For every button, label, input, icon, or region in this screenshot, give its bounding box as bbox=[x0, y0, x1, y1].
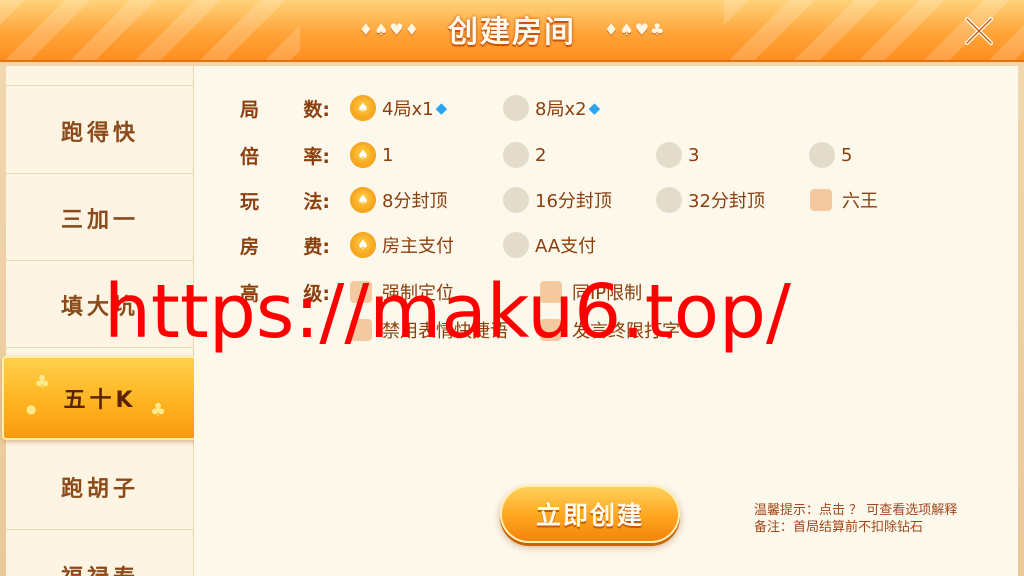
label-char: 局 bbox=[240, 98, 260, 121]
fee-option-aa[interactable]: AA支付 bbox=[503, 229, 596, 261]
label-char: 费: bbox=[303, 235, 330, 258]
rounds-option-8[interactable]: 8局x2 ◆ bbox=[503, 92, 600, 124]
sidebar-top-spacer bbox=[6, 66, 194, 86]
multiplier-option-1[interactable]: 1 bbox=[350, 139, 393, 171]
sparkle-icon: ● bbox=[26, 402, 41, 416]
radio-selected-icon bbox=[350, 95, 376, 121]
advanced-option-chat-limit[interactable]: 发言终限打字 bbox=[540, 314, 680, 346]
checkbox-empty-icon bbox=[350, 319, 372, 341]
label-char: 法: bbox=[303, 190, 330, 213]
close-x-icon bbox=[965, 17, 993, 45]
play-option-16cap[interactable]: 16分封顶 bbox=[503, 184, 612, 216]
option-label: 1 bbox=[382, 144, 394, 166]
diamond-gem-icon: ◆ bbox=[435, 99, 448, 117]
option-label: 六王 bbox=[842, 191, 878, 212]
radio-empty-icon bbox=[503, 232, 529, 258]
suits-decoration-left: ♦♠♥♦ bbox=[358, 19, 420, 39]
page-title: 创建房间 bbox=[448, 15, 576, 50]
advanced-option-disable-emoji[interactable]: 禁用表情快捷语 bbox=[350, 314, 508, 346]
option-label: 5 bbox=[841, 144, 853, 166]
clover-icon: ♣ bbox=[150, 400, 171, 421]
option-label: 8分封顶 bbox=[382, 191, 448, 212]
sidebar-item-fulushou[interactable]: 福禄寿 bbox=[6, 531, 194, 576]
clover-icon: ♣ bbox=[34, 372, 55, 393]
multiplier-option-2[interactable]: 2 bbox=[503, 139, 546, 171]
sidebar-item-label: 跑胡子 bbox=[60, 476, 139, 502]
close-button[interactable] bbox=[956, 8, 1002, 54]
label-char: 倍 bbox=[240, 145, 260, 168]
play-option-six-kings[interactable]: 六王 bbox=[810, 184, 878, 216]
label-char: 率: bbox=[303, 145, 330, 168]
radio-selected-icon bbox=[350, 232, 376, 258]
advanced-label: 高 级: bbox=[240, 276, 330, 308]
label-char: 高 bbox=[240, 282, 260, 305]
suits-decoration-right: ♦♠♥♣ bbox=[604, 19, 666, 39]
play-option-32cap[interactable]: 32分封顶 bbox=[656, 184, 765, 216]
sidebar-item-label: 福禄寿 bbox=[61, 560, 139, 576]
create-room-button[interactable]: 立即创建 bbox=[500, 485, 680, 543]
header-bar: ♦♠♥♦ 创建房间 ♦♠♥♣ bbox=[0, 0, 1024, 62]
checkbox-empty-icon bbox=[810, 189, 832, 211]
option-label: AA支付 bbox=[535, 236, 597, 257]
option-label: 同IP限制 bbox=[572, 283, 643, 304]
multiplier-label: 倍 率: bbox=[240, 139, 330, 171]
option-label: 房主支付 bbox=[382, 236, 454, 257]
sidebar-item-paodekuai[interactable]: 跑得快 bbox=[6, 88, 194, 174]
diamond-gem-icon: ◆ bbox=[588, 99, 601, 117]
title-wrap: ♦♠♥♦ 创建房间 ♦♠♥♣ bbox=[330, 8, 694, 50]
option-label: 4局x1 bbox=[382, 99, 434, 120]
multiplier-option-3[interactable]: 3 bbox=[656, 139, 699, 171]
checkbox-empty-icon bbox=[350, 281, 372, 303]
sidebar-item-paohuzi[interactable]: 跑胡子 bbox=[6, 444, 194, 530]
fee-option-owner[interactable]: 房主支付 bbox=[350, 229, 454, 261]
option-label: 8局x2 bbox=[535, 99, 587, 120]
option-label: 发言终限打字 bbox=[572, 321, 680, 342]
sidebar-item-label: 跑得快 bbox=[60, 120, 139, 146]
radio-empty-icon bbox=[656, 142, 682, 168]
advanced-option-force-location[interactable]: 强制定位 bbox=[350, 276, 454, 308]
tips-line-2: 备注：首局结算前不扣除钻石 bbox=[754, 520, 924, 535]
rounds-label: 局 数: bbox=[240, 92, 330, 124]
sidebar-item-label: 三加一 bbox=[60, 207, 139, 233]
option-label: 禁用表情快捷语 bbox=[382, 321, 508, 342]
label-char: 级: bbox=[303, 282, 330, 305]
multiplier-option-5[interactable]: 5 bbox=[809, 139, 852, 171]
radio-empty-icon bbox=[656, 187, 682, 213]
option-label: 强制定位 bbox=[382, 283, 454, 304]
sidebar-item-label: 填大坑 bbox=[60, 294, 139, 320]
option-label: 3 bbox=[688, 144, 700, 166]
tips-line-1: 温馨提示：点击 ？ 可查看选项解释 bbox=[754, 503, 958, 518]
option-label: 32分封顶 bbox=[688, 191, 765, 212]
label-char: 房 bbox=[240, 235, 260, 258]
radio-empty-icon bbox=[503, 142, 529, 168]
label-char: 玩 bbox=[240, 190, 260, 213]
sidebar-item-tiandakeng[interactable]: 填大坑 bbox=[6, 262, 194, 348]
sidebar-item-wushik[interactable]: ♣ ● ♣ 五十K bbox=[2, 356, 198, 440]
header-stripes-left bbox=[0, 0, 300, 60]
radio-empty-icon bbox=[809, 142, 835, 168]
radio-empty-icon bbox=[503, 95, 529, 121]
play-label: 玩 法: bbox=[240, 184, 330, 216]
radio-selected-icon bbox=[350, 142, 376, 168]
settings-panel: 局 数: 4局x1 ◆ 8局x2 ◆ 倍 率: 1 2 3 bbox=[194, 66, 1018, 576]
label-char: 数: bbox=[303, 98, 330, 121]
checkbox-empty-icon bbox=[540, 319, 562, 341]
radio-selected-icon bbox=[350, 187, 376, 213]
game-type-sidebar: 跑得快 三加一 填大坑 ♣ ● ♣ 五十K 跑胡子 福禄寿 bbox=[2, 66, 198, 576]
checkbox-empty-icon bbox=[540, 281, 562, 303]
option-label: 2 bbox=[535, 144, 547, 166]
option-label: 16分封顶 bbox=[535, 191, 612, 212]
sidebar-item-sanjiayi[interactable]: 三加一 bbox=[6, 175, 194, 261]
advanced-option-same-ip[interactable]: 同IP限制 bbox=[540, 276, 642, 308]
radio-empty-icon bbox=[503, 187, 529, 213]
play-option-8cap[interactable]: 8分封顶 bbox=[350, 184, 447, 216]
rounds-option-4[interactable]: 4局x1 ◆ bbox=[350, 92, 447, 124]
tips-text: 温馨提示：点击 ？ 可查看选项解释 备注：首局结算前不扣除钻石 bbox=[754, 502, 1010, 536]
fee-label: 房 费: bbox=[240, 229, 330, 261]
sidebar-item-label: 五十K bbox=[63, 388, 137, 413]
